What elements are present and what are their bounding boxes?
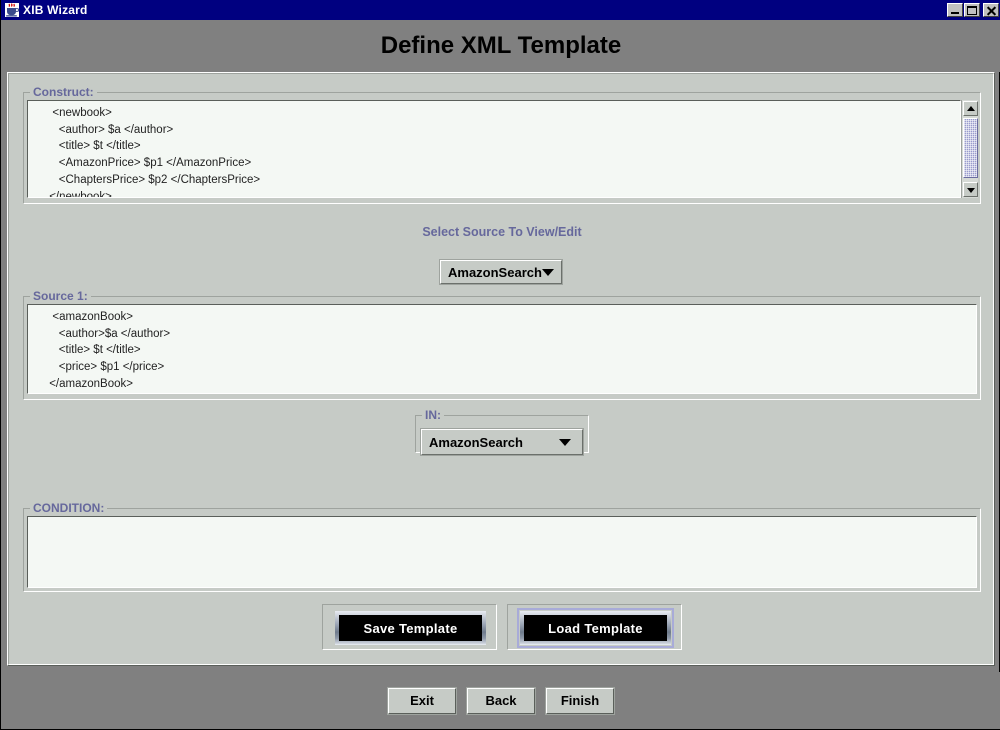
- construct-scrollbar[interactable]: [961, 100, 978, 198]
- select-source-combo-value: AmazonSearch: [448, 264, 542, 280]
- condition-textarea[interactable]: [27, 516, 977, 588]
- construct-line: <ChaptersPrice> $p2 </ChaptersPrice>: [46, 173, 261, 186]
- select-source-label: Select Source To View/Edit: [422, 225, 582, 239]
- footer-band: Exit Back Finish: [2, 672, 1000, 729]
- content-panel: Construct: <newbook> <author> $a </autho…: [7, 72, 995, 666]
- source-line: <title> $t </title>: [46, 344, 141, 357]
- maximize-icon[interactable]: [964, 3, 980, 17]
- condition-legend: CONDITION:: [30, 501, 108, 515]
- construct-line: <AmazonPrice> $p1 </AmazonPrice>: [46, 157, 252, 170]
- source-textarea[interactable]: <amazonBook> <author>$a </author> <title…: [27, 304, 977, 394]
- construct-line: </newbook>: [46, 190, 112, 198]
- scrollbar-thumb[interactable]: [963, 118, 978, 178]
- source-line: <price> $p1 </price>: [46, 361, 165, 374]
- source-legend: Source 1:: [30, 289, 91, 303]
- header-band: Define XML Template: [2, 20, 1000, 72]
- select-source-combo[interactable]: AmazonSearch: [439, 259, 563, 285]
- close-icon[interactable]: [983, 3, 999, 17]
- construct-legend: Construct:: [30, 85, 97, 99]
- scroll-up-icon[interactable]: [963, 101, 978, 116]
- load-template-button[interactable]: Load Template: [517, 608, 674, 648]
- load-template-label: Load Template: [524, 615, 667, 641]
- title-bar[interactable]: XIB Wizard: [1, 0, 1000, 20]
- page-title: Define XML Template: [380, 32, 622, 59]
- in-source-combo-value: AmazonSearch: [429, 434, 523, 450]
- source-line: <amazonBook>: [46, 311, 133, 323]
- finish-button[interactable]: Finish: [545, 686, 615, 715]
- application-window: XIB Wizard Define XML Template Construct…: [0, 0, 1000, 730]
- save-template-button[interactable]: Save Template: [335, 611, 486, 645]
- source-line: <author>$a </author>: [46, 327, 171, 340]
- back-button[interactable]: Back: [466, 686, 536, 715]
- save-template-frame: Save Template: [322, 604, 497, 650]
- construct-line: <author> $a </author>: [46, 123, 174, 136]
- construct-textarea[interactable]: <newbook> <author> $a </author> <title> …: [27, 100, 961, 198]
- java-coffee-cup-icon[interactable]: [4, 2, 20, 18]
- in-legend: IN:: [422, 408, 444, 422]
- load-template-frame: Load Template: [507, 604, 682, 650]
- exit-button[interactable]: Exit: [387, 686, 457, 715]
- minimize-icon[interactable]: [947, 3, 963, 17]
- scroll-down-icon[interactable]: [963, 182, 978, 197]
- chevron-down-icon: [541, 268, 554, 276]
- construct-line: <newbook>: [46, 107, 112, 119]
- content-panel-inner: Construct: <newbook> <author> $a </autho…: [8, 73, 994, 665]
- in-source-combo[interactable]: AmazonSearch: [420, 428, 584, 456]
- source-line: </amazonBook>: [46, 377, 133, 390]
- window-title: XIB Wizard: [23, 3, 88, 17]
- chevron-down-icon: [559, 438, 571, 446]
- construct-line: <title> $t </title>: [46, 140, 141, 153]
- save-template-label: Save Template: [339, 615, 482, 641]
